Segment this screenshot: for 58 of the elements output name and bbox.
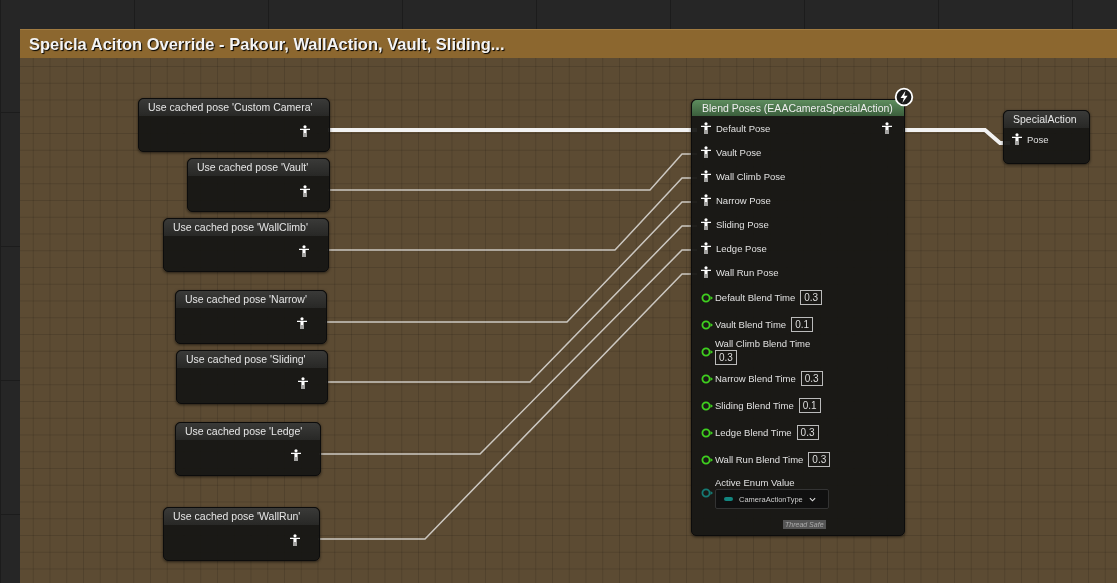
pin-label: Ledge Blend Time	[715, 427, 792, 438]
pose-pin-icon[interactable]	[290, 534, 300, 546]
pose-pin-icon[interactable]	[297, 317, 307, 329]
pin-label: Wall Run Pose	[716, 266, 779, 278]
float-pin-icon[interactable]	[701, 427, 713, 438]
value-field[interactable]: 0.3	[800, 290, 823, 305]
value-field[interactable]: 0.1	[791, 317, 814, 332]
pin-label: Wall Climb Blend Time	[715, 338, 811, 349]
comment-title: Speicla Aciton Override - Pakour, WallAction, Vault, Sliding...	[20, 29, 1117, 58]
pose-pin-icon[interactable]	[701, 266, 711, 278]
value-field[interactable]: 0.3	[808, 452, 831, 467]
pose-pin-icon[interactable]	[882, 122, 892, 134]
pose-pin-icon[interactable]	[701, 170, 711, 182]
pose-pin-icon[interactable]	[701, 122, 711, 134]
chevron-down-icon	[808, 496, 816, 502]
pin-label: Default Pose	[716, 122, 771, 134]
pose-pin-icon[interactable]	[300, 125, 310, 137]
float-pin-icon[interactable]	[701, 346, 713, 357]
value-field[interactable]: 0.1	[798, 398, 821, 413]
pin-label: Sliding Pose	[716, 218, 769, 230]
float-pin-icon[interactable]	[701, 319, 713, 330]
node-title: Use cached pose 'Vault'	[188, 159, 329, 176]
node-title: Use cached pose 'WallClimb'	[164, 219, 328, 236]
enum-pin-icon[interactable]	[701, 488, 713, 498]
pose-pin-icon[interactable]	[701, 218, 711, 230]
pin-label: Wall Climb Pose	[716, 170, 786, 182]
pose-pin-icon[interactable]	[701, 242, 711, 254]
pin-label: Sliding Blend Time	[715, 400, 794, 411]
pose-pin-icon[interactable]	[1012, 133, 1022, 145]
node-title: Use cached pose 'WallRun'	[164, 508, 319, 525]
node-title: SpecialAction	[1004, 111, 1089, 128]
pin-label: Vault Pose	[716, 146, 762, 158]
pose-pin-icon[interactable]	[299, 245, 309, 257]
pose-pin-icon[interactable]	[300, 185, 310, 197]
node-title: Use cached pose 'Sliding'	[177, 351, 327, 368]
pin-label: Active Enum Value	[715, 477, 796, 488]
pose-pin-icon[interactable]	[701, 194, 711, 206]
pin-label: Pose	[1027, 133, 1049, 145]
pin-label: Narrow Blend Time	[715, 373, 796, 384]
float-pin-icon[interactable]	[701, 292, 713, 303]
pin-label: Narrow Pose	[716, 194, 771, 206]
pose-pin-icon[interactable]	[701, 146, 711, 158]
node-title: Use cached pose 'Narrow'	[176, 291, 326, 308]
value-field[interactable]: 0.3	[715, 350, 737, 365]
pose-pin-icon[interactable]	[291, 449, 301, 461]
float-pin-icon[interactable]	[701, 373, 713, 384]
node-title: Blend Poses (EAACameraSpecialAction)	[692, 100, 904, 116]
value-field[interactable]: 0.3	[796, 425, 819, 440]
pose-pin-icon[interactable]	[298, 377, 308, 389]
pin-label: Ledge Pose	[716, 242, 767, 254]
float-pin-icon[interactable]	[701, 454, 713, 465]
pin-label: Default Blend Time	[715, 292, 796, 303]
node-title: Use cached pose 'Ledge'	[176, 423, 320, 440]
float-pin-icon[interactable]	[701, 400, 713, 411]
node-title: Use cached pose 'Custom Camera'	[139, 99, 329, 116]
pin-label: Wall Run Blend Time	[715, 454, 804, 465]
value-field[interactable]: 0.3	[800, 371, 823, 386]
pin-label: Vault Blend Time	[715, 319, 787, 330]
